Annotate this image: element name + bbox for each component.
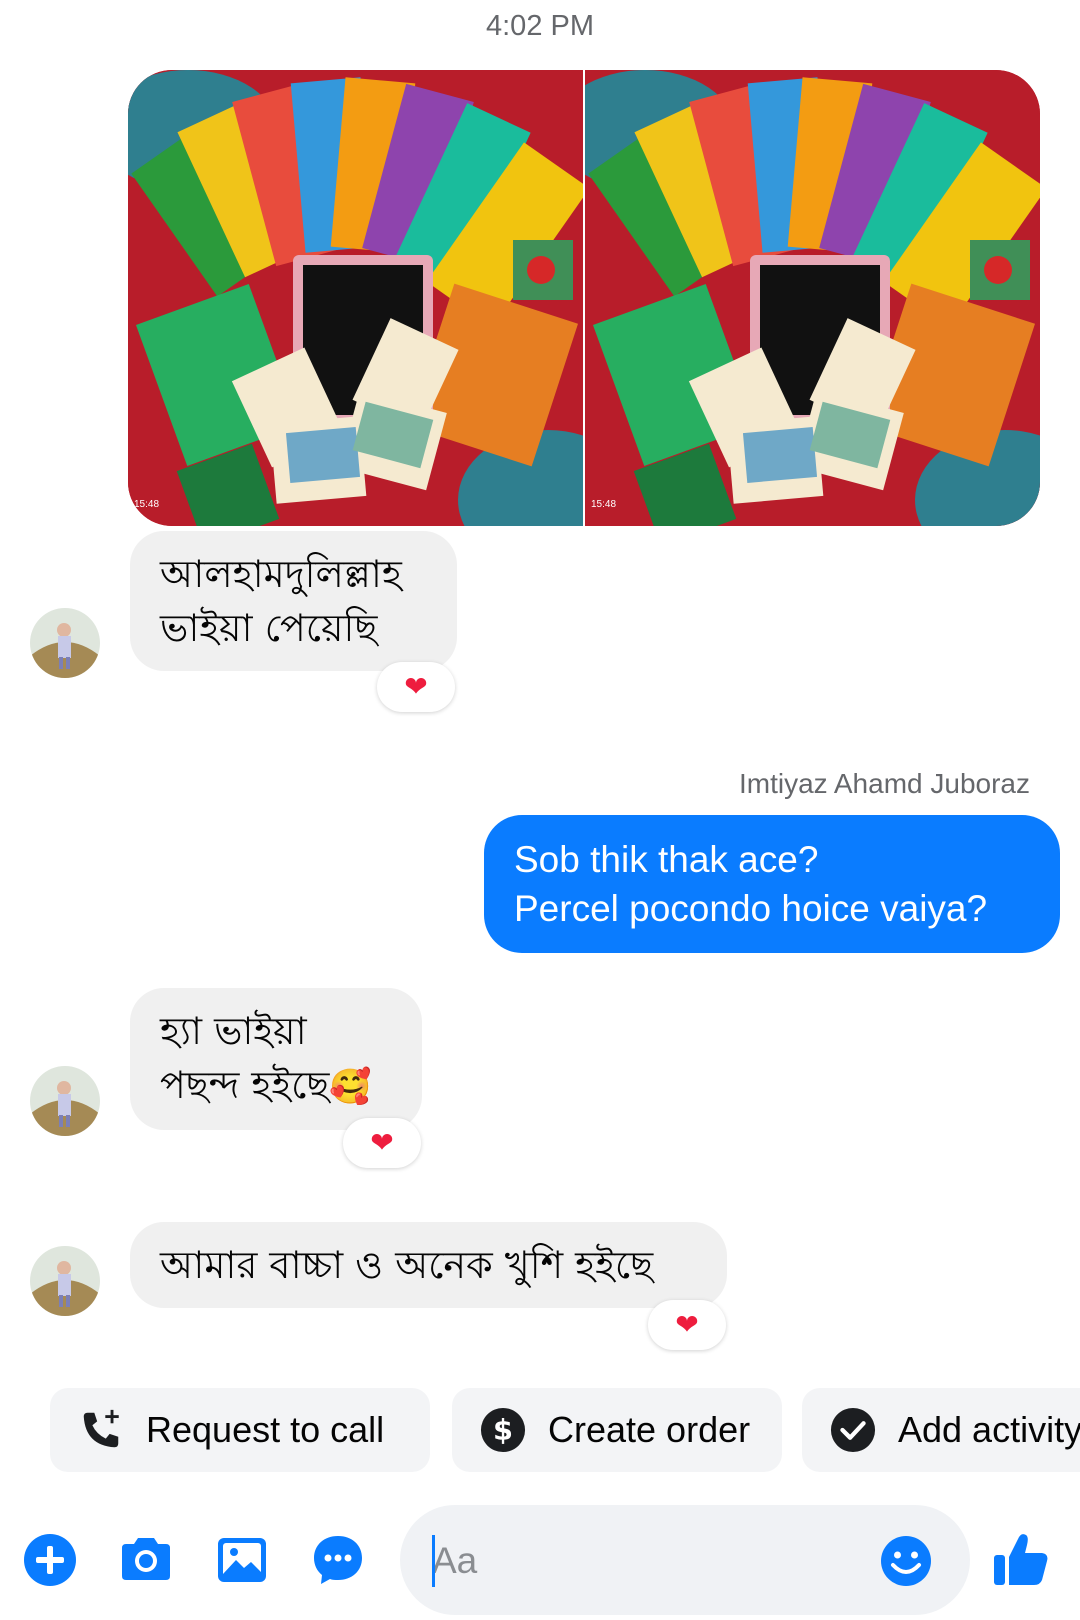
message-line: Sob thik thak ace? — [514, 839, 819, 880]
camera-button[interactable] — [116, 1530, 176, 1590]
photo-books-image — [585, 70, 1040, 526]
message-input[interactable] — [430, 1530, 874, 1592]
heart-icon: ❤ — [370, 1127, 394, 1158]
heart-reaction[interactable]: ❤ — [377, 662, 455, 712]
chip-label: Add activity — [898, 1409, 1080, 1450]
create-order-button[interactable]: $ Create order — [452, 1388, 782, 1472]
plus-circle-icon — [24, 1534, 76, 1586]
message-text: পছন্দ হইছে — [160, 1063, 330, 1107]
heart-icon: ❤ — [675, 1309, 699, 1340]
message-line: আমার বাচ্চা ও অনেক খুশি হইছে — [160, 1243, 654, 1287]
phone-plus-icon — [83, 1409, 119, 1448]
message-line: ভাইয়া পেয়েছি — [160, 606, 378, 650]
heart-icon: ❤ — [404, 671, 428, 702]
svg-text:$: $ — [493, 1413, 513, 1447]
avatar-image — [30, 1246, 100, 1316]
add-button[interactable] — [20, 1530, 80, 1590]
camera-icon — [122, 1538, 170, 1580]
heart-reaction[interactable]: ❤ — [343, 1118, 421, 1168]
outgoing-message-bubble[interactable]: Sob thik thak ace? Percel pocondo hoice … — [484, 815, 1060, 953]
photo-time-label: 15:48 — [591, 499, 617, 510]
chip-label: Create order — [548, 1409, 751, 1450]
add-activity-button[interactable]: Add activity — [802, 1388, 1080, 1472]
thumbs-up-icon — [994, 1534, 1048, 1585]
avatar-image — [30, 608, 100, 678]
incoming-message-bubble[interactable]: হ্যা ভাইয়া পছন্দ হইছে🥰 — [130, 988, 422, 1130]
check-circle-icon — [830, 1407, 876, 1453]
request-to-call-button[interactable]: Request to call — [50, 1388, 430, 1472]
photo-books-image — [128, 70, 583, 526]
message-line: আলহামদুলিল্লাহ — [160, 552, 402, 596]
incoming-message-bubble[interactable]: আলহামদুলিল্লাহ ভাইয়া পেয়েছি — [130, 531, 457, 671]
composer-bar — [0, 1505, 1080, 1615]
message-line: হ্যা ভাইয়া — [160, 1009, 307, 1053]
image-icon — [218, 1538, 266, 1582]
quick-actions-row: Request to call $ Create order Add activ… — [50, 1388, 1080, 1472]
text-caret — [432, 1535, 435, 1587]
photo-time-label: 15:48 — [134, 499, 160, 510]
heart-reaction[interactable]: ❤ — [648, 1300, 726, 1350]
chat-bubble-dots-icon — [314, 1536, 362, 1584]
sender-name: Imtiyaz Ahamd Juboraz — [738, 768, 1030, 799]
message-composer[interactable] — [400, 1505, 970, 1615]
photo-attachment[interactable]: 15:48 — [585, 70, 1040, 526]
smiling-hearts-emoji-icon: 🥰 — [329, 1067, 372, 1107]
avatar-image — [30, 1066, 100, 1136]
contact-avatar[interactable] — [30, 608, 100, 678]
incoming-message-bubble[interactable]: আমার বাচ্চা ও অনেক খুশি হইছে — [130, 1222, 727, 1308]
contact-avatar[interactable] — [30, 1246, 100, 1316]
smiley-icon — [881, 1536, 931, 1586]
like-button[interactable] — [990, 1527, 1054, 1591]
message-line: পছন্দ হইছে🥰 — [160, 1058, 392, 1114]
message-line: Percel pocondo hoice vaiya? — [514, 888, 988, 929]
contact-avatar[interactable] — [30, 1066, 100, 1136]
chat-extras-button[interactable] — [308, 1530, 368, 1590]
emoji-button[interactable] — [878, 1533, 934, 1589]
photo-attachment[interactable]: 15:48 — [128, 70, 583, 526]
gallery-button[interactable] — [212, 1530, 272, 1590]
chip-label: Request to call — [146, 1409, 385, 1450]
dollar-icon: $ — [480, 1407, 526, 1453]
conversation-timestamp: 4:02 PM — [486, 10, 594, 42]
